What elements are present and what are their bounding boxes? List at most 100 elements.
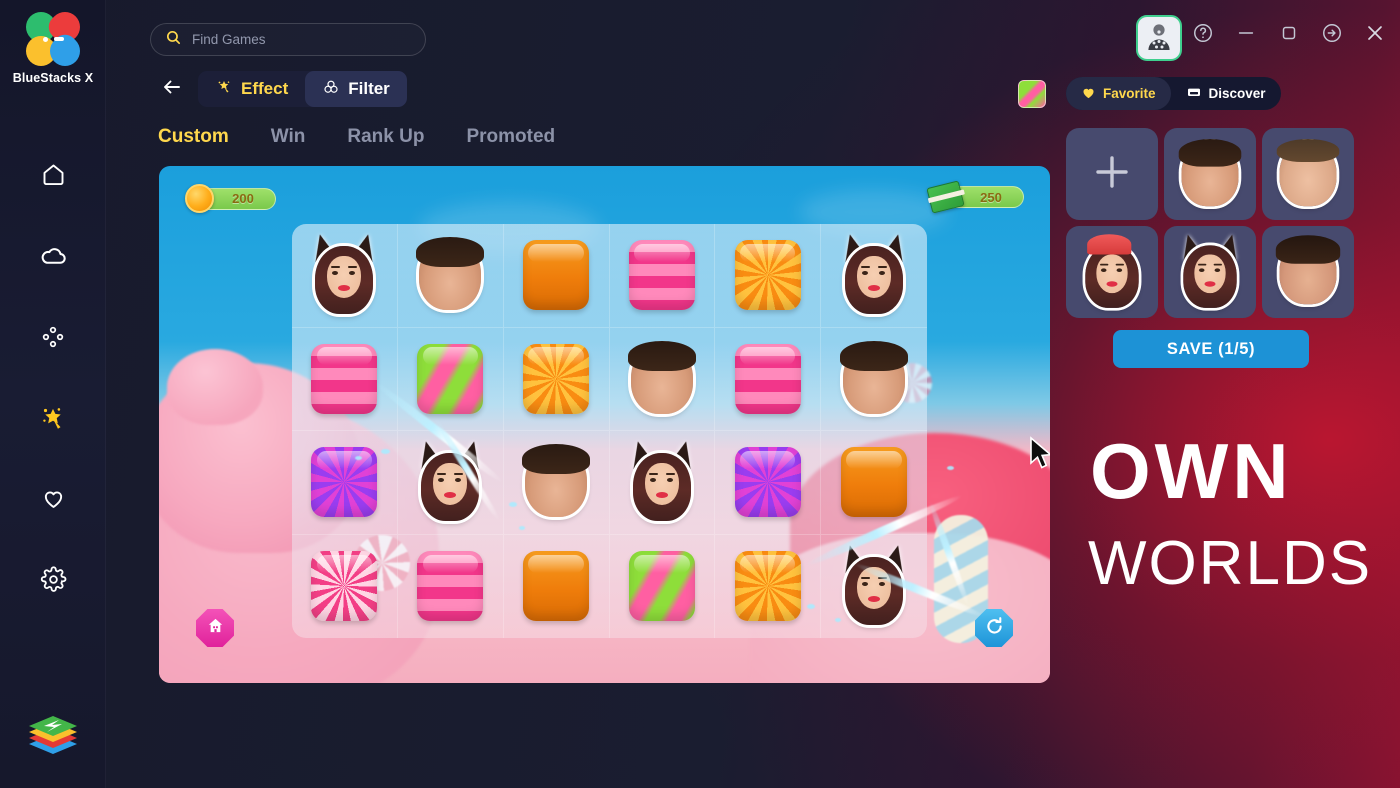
sidebar-item-cloud[interactable] [0, 215, 106, 296]
maximize-square-icon [1278, 22, 1300, 49]
board-tile[interactable] [398, 534, 504, 638]
board-tile[interactable] [503, 327, 610, 431]
tab-rank-up[interactable]: Rank Up [347, 126, 424, 148]
effect-label: Effect [241, 79, 289, 98]
bluestacks-window: BlueStacks X Find Games Effect Filter Fa… [0, 0, 1400, 788]
face-tom-tile [416, 237, 485, 311]
store-icon [1186, 84, 1202, 103]
popout-button[interactable] [1319, 22, 1345, 48]
discover-tab[interactable]: Discover [1171, 77, 1281, 110]
tab-win[interactable]: Win [271, 126, 306, 148]
sidebar-item-favorite[interactable] [0, 458, 106, 539]
search-input[interactable]: Find Games [192, 32, 266, 47]
avatar-slot-catgirl[interactable] [1164, 226, 1256, 318]
board-tile[interactable] [292, 431, 398, 535]
board-tile[interactable] [715, 224, 822, 328]
sidebar-item-settings[interactable] [0, 539, 106, 620]
profile-avatar-button[interactable] [1136, 15, 1182, 61]
catgirl-avatar-tile [413, 438, 487, 522]
effect-tab[interactable]: Effect [198, 71, 305, 107]
board-tile[interactable] [609, 327, 716, 431]
purple-swirl-candy [311, 447, 378, 518]
orange-square-candy [523, 551, 590, 622]
question-circle-icon [1192, 22, 1214, 49]
avatar-slot-tobey[interactable] [1262, 128, 1354, 220]
close-button[interactable] [1362, 22, 1388, 48]
board-tile[interactable] [292, 534, 398, 638]
sidebar-nav [0, 134, 106, 620]
home-button-ingame[interactable] [196, 609, 234, 647]
board-tile[interactable] [609, 431, 716, 535]
avatar-slot-andrew[interactable] [1262, 226, 1354, 318]
catgirl-avatar-tile [307, 231, 381, 315]
tab-custom[interactable]: Custom [158, 126, 229, 148]
board-tile[interactable] [397, 431, 504, 535]
tab-promoted[interactable]: Promoted [466, 126, 555, 148]
board-tile[interactable] [503, 224, 610, 328]
avatar-slot-tom[interactable] [1164, 128, 1256, 220]
board-tile[interactable] [397, 327, 504, 431]
board-tile[interactable] [504, 534, 610, 638]
board-tile[interactable] [821, 328, 927, 431]
minimize-button[interactable] [1233, 22, 1259, 48]
filter-tab[interactable]: Filter [305, 71, 407, 107]
avatar-slot-redhat[interactable] [1066, 226, 1158, 318]
close-x-icon [1363, 21, 1387, 50]
cash-counter: 250 [926, 180, 1024, 214]
brand-headline-own: OWN [1090, 427, 1293, 515]
game-preview-stage[interactable]: 200 250 [159, 166, 1050, 683]
board-tile[interactable] [292, 224, 398, 328]
purple-swirl-candy [734, 447, 801, 518]
board-tile[interactable] [715, 431, 822, 535]
catgirl-avatar-tile [837, 542, 911, 626]
catgirl-avatar-tile [625, 438, 699, 522]
board-tile[interactable] [503, 431, 610, 535]
favorite-label: Favorite [1103, 86, 1156, 101]
board-tile[interactable] [821, 431, 927, 535]
green-pink-swirl-candy [628, 551, 695, 622]
four-dots-icon [40, 324, 66, 350]
favorite-tab[interactable]: Favorite [1066, 77, 1171, 110]
avatar-slot-add[interactable] [1066, 128, 1158, 220]
gold-coin-icon [185, 184, 214, 213]
magic-star-icon [38, 403, 68, 433]
heart-filled-icon [1081, 85, 1096, 103]
sidebar-item-apps[interactable] [0, 296, 106, 377]
save-button[interactable]: SAVE (1/5) [1113, 330, 1309, 368]
brand-headline-worlds: WORLDS [1088, 529, 1373, 598]
candy-game-thumbnail[interactable] [1018, 80, 1046, 108]
board-tile[interactable] [715, 534, 822, 638]
board-tile[interactable] [292, 327, 398, 431]
scenery-cake-top [167, 349, 263, 425]
back-button[interactable] [159, 76, 185, 102]
avatar-picker-grid [1066, 128, 1354, 318]
cloud-icon [39, 241, 68, 270]
face-tom-tile [627, 340, 696, 414]
match3-board[interactable] [292, 224, 927, 638]
maximize-button[interactable] [1276, 22, 1302, 48]
face-tom-avatar [1178, 139, 1242, 207]
sidebar-item-magic[interactable] [0, 377, 106, 458]
orange-square-candy [841, 447, 908, 518]
board-tile[interactable] [821, 224, 927, 328]
face-andrew-avatar [1275, 235, 1341, 305]
gear-icon [40, 566, 67, 593]
board-tile[interactable] [715, 327, 822, 431]
board-tile[interactable] [397, 224, 504, 328]
board-tile[interactable] [610, 534, 716, 638]
bluestacks-petals-logo [19, 5, 87, 73]
search-bar[interactable]: Find Games [150, 23, 426, 56]
board-tile[interactable] [821, 535, 927, 639]
bluestacks-stack-logo[interactable] [26, 716, 80, 766]
bluestacks-brand: BlueStacks X [0, 5, 106, 85]
pink-stripe-candy [311, 343, 378, 414]
catgirl-avatar [1176, 232, 1244, 308]
user-silhouette-icon [1145, 21, 1173, 56]
three-circles-icon [322, 78, 340, 101]
sidebar-item-home[interactable] [0, 134, 106, 215]
favorite-discover-toggle: Favorite Discover [1066, 77, 1281, 110]
board-tile[interactable] [609, 224, 716, 328]
undo-button-ingame[interactable] [975, 609, 1013, 647]
help-button[interactable] [1190, 22, 1216, 48]
minimize-icon [1235, 22, 1257, 49]
